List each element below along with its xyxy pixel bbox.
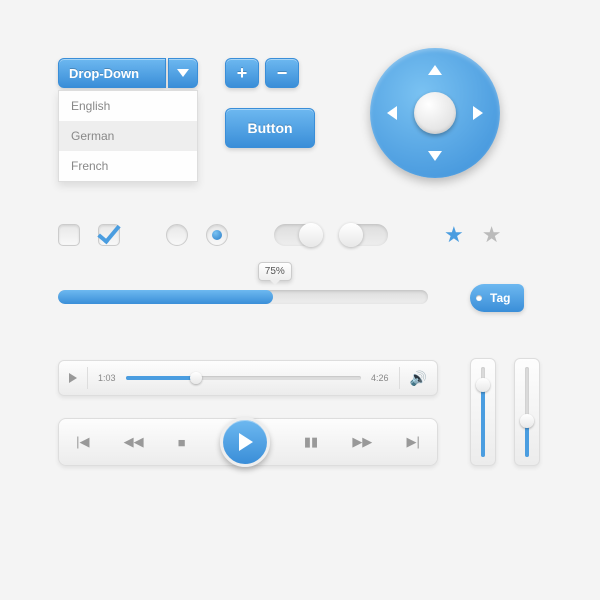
toggle-knob	[299, 223, 323, 247]
star-icon-filled[interactable]: ★	[444, 222, 464, 248]
chevron-down-icon	[177, 69, 189, 77]
vertical-slider[interactable]	[514, 358, 540, 466]
total-time: 4:26	[371, 373, 389, 383]
dropdown-list: English German French	[58, 90, 198, 182]
seek-fill	[126, 376, 197, 380]
skip-forward-icon[interactable]: ▶|	[406, 434, 419, 450]
dropdown-label: Drop-Down	[69, 66, 139, 81]
dropdown-toggle[interactable]	[168, 58, 198, 88]
toggle-on[interactable]	[274, 224, 322, 246]
checkbox-checked[interactable]	[98, 224, 120, 246]
slider-fill	[481, 390, 485, 458]
slider-knob[interactable]	[520, 414, 534, 428]
skip-back-icon[interactable]: |◀	[76, 434, 89, 450]
dropdown-option[interactable]: English	[59, 91, 197, 121]
seek-knob[interactable]	[190, 372, 202, 384]
forward-icon[interactable]: ▶▶	[352, 434, 372, 450]
play-icon	[239, 433, 253, 451]
progress-percent: 75%	[265, 266, 285, 277]
pause-icon[interactable]: ▮▮	[304, 434, 318, 450]
toggle-knob	[339, 223, 363, 247]
volume-icon[interactable]: 🔊	[410, 370, 427, 387]
slider-fill	[525, 426, 529, 458]
dpad-right[interactable]	[473, 106, 483, 120]
star-icon-empty[interactable]: ★	[482, 222, 502, 248]
rewind-icon[interactable]: ◀◀	[124, 434, 144, 450]
play-icon[interactable]	[69, 373, 77, 383]
progress-track	[58, 290, 428, 304]
button-label: Button	[247, 120, 292, 136]
dropdown-option[interactable]: French	[59, 151, 197, 181]
divider	[87, 367, 88, 389]
dropdown-option[interactable]: German	[59, 121, 197, 151]
divider	[399, 367, 400, 389]
current-time: 1:03	[98, 373, 116, 383]
slider-knob[interactable]	[476, 378, 490, 392]
radio-on[interactable]	[206, 224, 228, 246]
toggle-off[interactable]	[340, 224, 388, 246]
dpad-center[interactable]	[414, 92, 456, 134]
tag-label: Tag	[490, 291, 510, 305]
audio-player-full: |◀ ◀◀ ■ ▮▮ ▶▶ ▶|	[58, 418, 438, 466]
plus-icon: +	[237, 63, 248, 84]
audio-player-compact: 1:03 4:26 🔊	[58, 360, 438, 396]
dpad	[370, 48, 500, 178]
dropdown-button[interactable]: Drop-Down	[58, 58, 166, 88]
minus-button[interactable]: −	[265, 58, 299, 88]
primary-button[interactable]: Button	[225, 108, 315, 148]
dpad-left[interactable]	[387, 106, 397, 120]
vertical-slider[interactable]	[470, 358, 496, 466]
dpad-down[interactable]	[428, 151, 442, 161]
progress-fill	[58, 290, 273, 304]
plus-button[interactable]: +	[225, 58, 259, 88]
dpad-up[interactable]	[428, 65, 442, 75]
stop-icon[interactable]: ■	[178, 435, 186, 450]
progress-tooltip: 75%	[258, 262, 292, 281]
progress-bar[interactable]: 75%	[58, 290, 428, 304]
tag[interactable]: Tag	[470, 284, 524, 312]
minus-icon: −	[277, 63, 288, 84]
checkbox-unchecked[interactable]	[58, 224, 80, 246]
play-button[interactable]	[220, 417, 270, 467]
seek-bar[interactable]	[126, 376, 362, 380]
radio-off[interactable]	[166, 224, 188, 246]
